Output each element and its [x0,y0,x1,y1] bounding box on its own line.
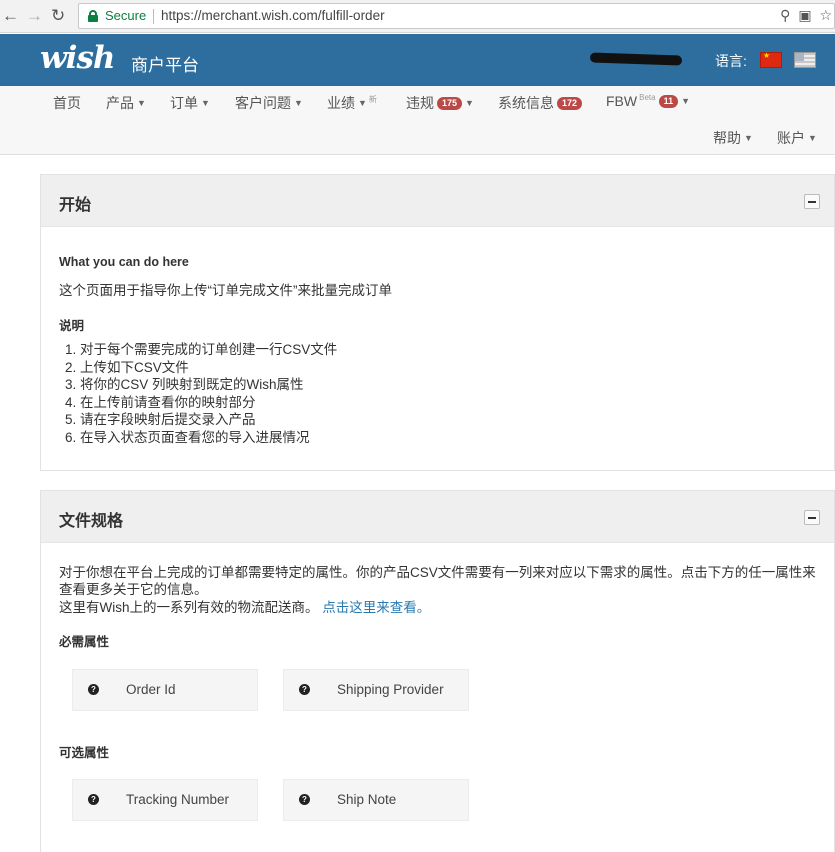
app-header: wish 商户平台 语言: [0,34,835,86]
attribute-tracking-number[interactable]: ? Tracking Number [72,779,258,821]
lock-icon [88,10,98,22]
nav-products[interactable]: 产品 ▼ [106,93,146,113]
nav-home[interactable]: 首页 [53,93,81,113]
secure-label: Secure [105,8,147,23]
file-spec-panel: 文件规格 对于你想在平台上完成的订单都需要特定的属性。你的产品CSV文件需要有一… [40,490,835,852]
reload-icon[interactable]: ↻ [51,6,65,26]
start-panel-title: 开始 [59,197,92,214]
optional-attributes-heading: 可选属性 [59,746,110,760]
required-attributes-heading: 必需属性 [59,635,110,649]
question-icon: ? [88,684,99,695]
question-icon: ? [299,684,310,695]
start-description: 这个页面用于指导你上传“订单完成文件”来批量完成订单 [59,283,392,298]
main-nav: 首页 产品 ▼ 订单 ▼ 客户问题 ▼ 业绩 ▼ 新 违规 175 ▼ 系统信息 172 FBW… [0,86,835,155]
file-spec-panel-title: 文件规格 [59,513,124,530]
nav-system-messages[interactable]: 系统信息 172 [498,93,583,113]
china-flag-icon[interactable] [760,51,782,68]
caret-down-icon: ▼ [465,98,474,108]
spec-description-line3: 这里有Wish上的一系列有效的物流配送商。 点击这里来查看。 [59,600,431,615]
nav-account[interactable]: 账户 ▼ [777,128,817,148]
carriers-link[interactable]: 点击这里来查看。 [322,600,430,615]
caret-down-icon: ▼ [201,98,210,108]
platform-title: 商户平台 [131,56,199,75]
start-panel-header[interactable]: 开始 [41,175,834,227]
caret-down-icon: ▼ [294,98,303,108]
infractions-badge: 175 [437,97,463,110]
collapse-icon[interactable] [804,194,820,209]
caret-down-icon: ▼ [137,98,146,108]
list-item: 2. 上传如下CSV文件 [65,359,189,375]
wish-logo[interactable]: wish [40,40,115,76]
list-item: 3. 将你的CSV 列映射到既定的Wish属性 [65,377,304,392]
caret-down-icon: ▼ [681,96,691,106]
list-item: 5. 请在字段映射后提交录入产品 [65,412,256,427]
nav-orders[interactable]: 订单 ▼ [170,93,210,113]
back-arrow-icon[interactable]: ← [2,6,19,26]
steps-list: 1. 对于每个需要完成的订单创建一行CSV文件 2. 上传如下CSV文件 3. … [65,341,337,446]
spec-description-line2: 查看更多关于它的信息。 [59,582,208,597]
nav-infractions[interactable]: 违规 175 ▼ [406,93,474,113]
nav-help[interactable]: 帮助 ▼ [713,128,753,148]
start-panel: 开始 What you can do here 这个页面用于指导你上传“订单完成… [40,174,835,471]
star-icon[interactable]: ☆ [819,7,832,23]
address-bar[interactable]: Secure https://merchant.wish.com/fulfill… [78,3,835,29]
url-text[interactable]: https://merchant.wish.com/fulfill-order [161,8,385,23]
list-item: 1. 对于每个需要完成的订单创建一行CSV文件 [65,342,338,357]
browser-toolbar: ← → ↻ Secure https://merchant.wish.com/f… [0,0,835,33]
list-item: 4. 在上传前请查看你的映射部分 [65,394,256,410]
nav-customer-issues[interactable]: 客户问题 ▼ [235,93,303,113]
redacted-username [589,52,683,66]
question-icon: ? [299,794,310,805]
collapse-icon[interactable] [804,510,820,525]
zoom-icon[interactable]: ⚲ [780,7,790,23]
question-icon: ? [88,794,99,805]
us-flag-icon[interactable] [794,52,816,68]
list-item: 6. 在导入状态页面查看您的导入进展情况 [65,429,310,445]
attribute-order-id[interactable]: ? Order Id [72,669,258,711]
what-you-can-do-heading: What you can do here [59,255,189,269]
attribute-shipping-provider[interactable]: ? Shipping Provider [283,669,469,711]
caret-down-icon: ▼ [808,133,817,143]
messages-badge: 172 [557,97,583,110]
caret-down-icon: ▼ [358,98,367,108]
address-separator [153,9,154,24]
forward-arrow-icon[interactable]: → [26,6,43,26]
nav-fbw[interactable]: FBW Beta 11 ▼ [606,93,690,109]
caret-down-icon: ▼ [744,133,753,143]
instructions-heading: 说明 [59,319,85,333]
file-spec-panel-header[interactable]: 文件规格 [41,491,834,543]
translate-icon[interactable]: ▣ [798,7,811,23]
attribute-ship-note[interactable]: ? Ship Note [283,779,469,821]
language-label: 语言: [715,53,747,69]
fbw-badge: 11 [658,95,679,108]
nav-performance[interactable]: 业绩 ▼ 新 [327,93,377,113]
